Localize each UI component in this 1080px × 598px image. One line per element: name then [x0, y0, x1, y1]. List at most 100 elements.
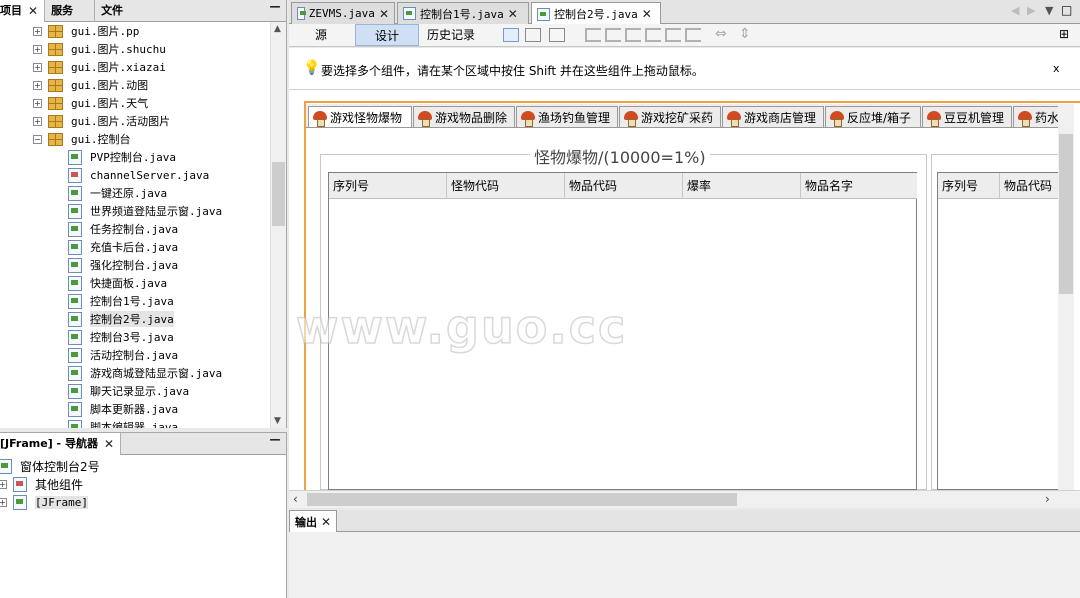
tree-item[interactable]: channelServer.java [68, 166, 270, 184]
form-tab-active[interactable]: 游戏怪物爆物 [308, 106, 412, 127]
minimize-button[interactable]: — [264, 0, 286, 21]
tree-item[interactable]: − gui.控制台 [33, 130, 270, 148]
scrollbar-thumb[interactable] [307, 493, 737, 506]
scroll-right-icon[interactable]: ▶ [1027, 4, 1035, 17]
align-bottom-icon[interactable] [665, 28, 681, 42]
form-tab[interactable]: 游戏物品删除 [413, 106, 515, 127]
tree-item[interactable]: 脚本更新器.java [68, 400, 270, 418]
form-tab[interactable]: 药水 [1013, 106, 1062, 127]
form-tab[interactable]: 游戏挖矿采药 [619, 106, 721, 127]
navigator-item-label: [JFrame] [35, 495, 88, 509]
column-header[interactable]: 序列号 [329, 173, 447, 199]
source-button[interactable]: 源 [295, 24, 347, 46]
expand-icon[interactable]: + [33, 44, 42, 54]
editor-tab[interactable]: ZEVMS.java ✕ [291, 2, 395, 24]
expand-icon[interactable]: + [33, 116, 42, 126]
tree-item[interactable]: 控制台1号.java [68, 292, 270, 310]
preview-icon[interactable] [549, 28, 565, 42]
hint-close-button[interactable]: x [1053, 62, 1060, 75]
align-baseline-icon[interactable] [685, 28, 701, 42]
expand-icon[interactable]: + [33, 26, 42, 36]
selection-mode-icon[interactable] [503, 28, 519, 42]
history-button[interactable]: 历史记录 [421, 24, 481, 46]
tree-item[interactable]: + gui.图片.动图 [33, 76, 270, 94]
tree-item[interactable]: 聊天记录显示.java [68, 382, 270, 400]
column-header[interactable]: 怪物代码 [447, 173, 565, 199]
column-header[interactable]: 爆率 [683, 173, 801, 199]
column-header[interactable]: 物品代码 [565, 173, 683, 199]
resize-vertical-icon[interactable]: ⇕ [739, 26, 751, 42]
tab-output[interactable]: 输出 ✕ [289, 510, 337, 532]
scroll-left-icon[interactable]: ‹ [293, 492, 298, 506]
tree-item[interactable]: 脚本编辑器.java [68, 418, 270, 428]
collapse-icon[interactable]: − [33, 134, 42, 144]
tree-item[interactable]: 充值卡后台.java [68, 238, 270, 256]
expand-icon[interactable]: + [33, 98, 42, 108]
scroll-right-icon[interactable]: › [1045, 492, 1050, 506]
tree-item[interactable]: + gui.图片.天气 [33, 94, 270, 112]
tree-item[interactable]: 世界频道登陆显示窗.java [68, 202, 270, 220]
form-tab[interactable]: 反应堆/箱子 [825, 106, 921, 127]
tree-item[interactable]: 活动控制台.java [68, 346, 270, 364]
expand-icon[interactable]: + [0, 479, 7, 489]
design-button[interactable]: 设计 [355, 24, 419, 46]
tree-item[interactable]: + gui.图片.pp [33, 22, 270, 40]
tree-item[interactable]: 任务控制台.java [68, 220, 270, 238]
tree-scrollbar[interactable]: ▲ ▼ [270, 22, 286, 428]
tree-item[interactable]: + gui.图片.shuchu [33, 40, 270, 58]
column-header[interactable]: 物品名字 [801, 173, 917, 199]
align-center-icon[interactable] [625, 28, 641, 42]
close-icon[interactable]: ✕ [321, 515, 331, 529]
form-tab[interactable]: 渔场钓鱼管理 [516, 106, 618, 127]
design-vscrollbar[interactable] [1058, 104, 1074, 490]
close-icon[interactable]: ✕ [28, 0, 38, 22]
minimize-button[interactable]: — [264, 433, 286, 454]
tree-item[interactable]: 一键还原.java [68, 184, 270, 202]
design-hscrollbar[interactable]: ‹ › [289, 490, 1080, 508]
column-header[interactable]: 序列号 [938, 173, 1000, 199]
align-top-icon[interactable] [645, 28, 661, 42]
tree-item[interactable]: + gui.图片.xiazai [33, 58, 270, 76]
scroll-left-icon[interactable]: ◀ [1011, 4, 1019, 17]
palette-icon[interactable]: ⊞ [1059, 27, 1069, 41]
tree-item[interactable]: 游戏商城登陆显示窗.java [68, 364, 270, 382]
project-tree: + gui.图片.pp + gui.图片.shuchu + gui.图片.xia… [0, 22, 270, 428]
tree-item[interactable]: 控制台3号.java [68, 328, 270, 346]
tree-item[interactable]: 快捷面板.java [68, 274, 270, 292]
tree-item-selected[interactable]: 控制台2号.java [68, 310, 270, 328]
close-icon[interactable]: ✕ [642, 7, 652, 21]
form-tab[interactable]: 豆豆机管理 [922, 106, 1012, 127]
form-tab[interactable]: 游戏商店管理 [722, 106, 824, 127]
navigator-item[interactable]: + [JFrame] [0, 493, 286, 511]
expand-icon[interactable]: + [33, 80, 42, 90]
column-header[interactable]: 物品代码 [1000, 173, 1060, 199]
navigator-item[interactable]: 窗体控制台2号 [0, 457, 286, 475]
maximize-icon[interactable]: □ [1061, 3, 1072, 17]
scroll-down-icon[interactable]: ▼ [274, 416, 281, 426]
resize-horizontal-icon[interactable]: ⇔ [715, 26, 727, 42]
close-icon[interactable]: ✕ [508, 7, 518, 21]
tab-files[interactable]: 文件 [95, 0, 155, 22]
tab-projects[interactable]: 项目 ✕ [0, 0, 46, 22]
tab-navigator[interactable]: [JFrame] - 导航器 ✕ [0, 433, 122, 455]
expand-icon[interactable]: + [33, 62, 42, 72]
tab-list-icon[interactable]: ▼ [1045, 4, 1053, 17]
tree-item[interactable]: 强化控制台.java [68, 256, 270, 274]
editor-tab-active[interactable]: 控制台2号.java ✕ [531, 2, 661, 25]
tree-item[interactable]: PVP控制台.java [68, 148, 270, 166]
close-icon[interactable]: ✕ [104, 433, 114, 455]
second-table[interactable]: 序列号 物品代码 [937, 172, 1061, 490]
scrollbar-thumb[interactable] [272, 162, 285, 226]
tree-item[interactable]: + gui.图片.活动图片 [33, 112, 270, 130]
editor-tab[interactable]: 控制台1号.java ✕ [397, 2, 529, 24]
navigator-item[interactable]: + 其他组件 [0, 475, 286, 493]
close-icon[interactable]: ✕ [379, 7, 389, 21]
scroll-up-icon[interactable]: ▲ [274, 24, 281, 34]
align-left-icon[interactable] [585, 28, 601, 42]
scrollbar-thumb[interactable] [1059, 134, 1073, 294]
connection-mode-icon[interactable] [525, 28, 541, 42]
align-right-icon[interactable] [605, 28, 621, 42]
expand-icon[interactable]: + [0, 497, 7, 507]
tab-services[interactable]: 服务 [45, 0, 96, 22]
mushroom-icon [1018, 110, 1032, 127]
